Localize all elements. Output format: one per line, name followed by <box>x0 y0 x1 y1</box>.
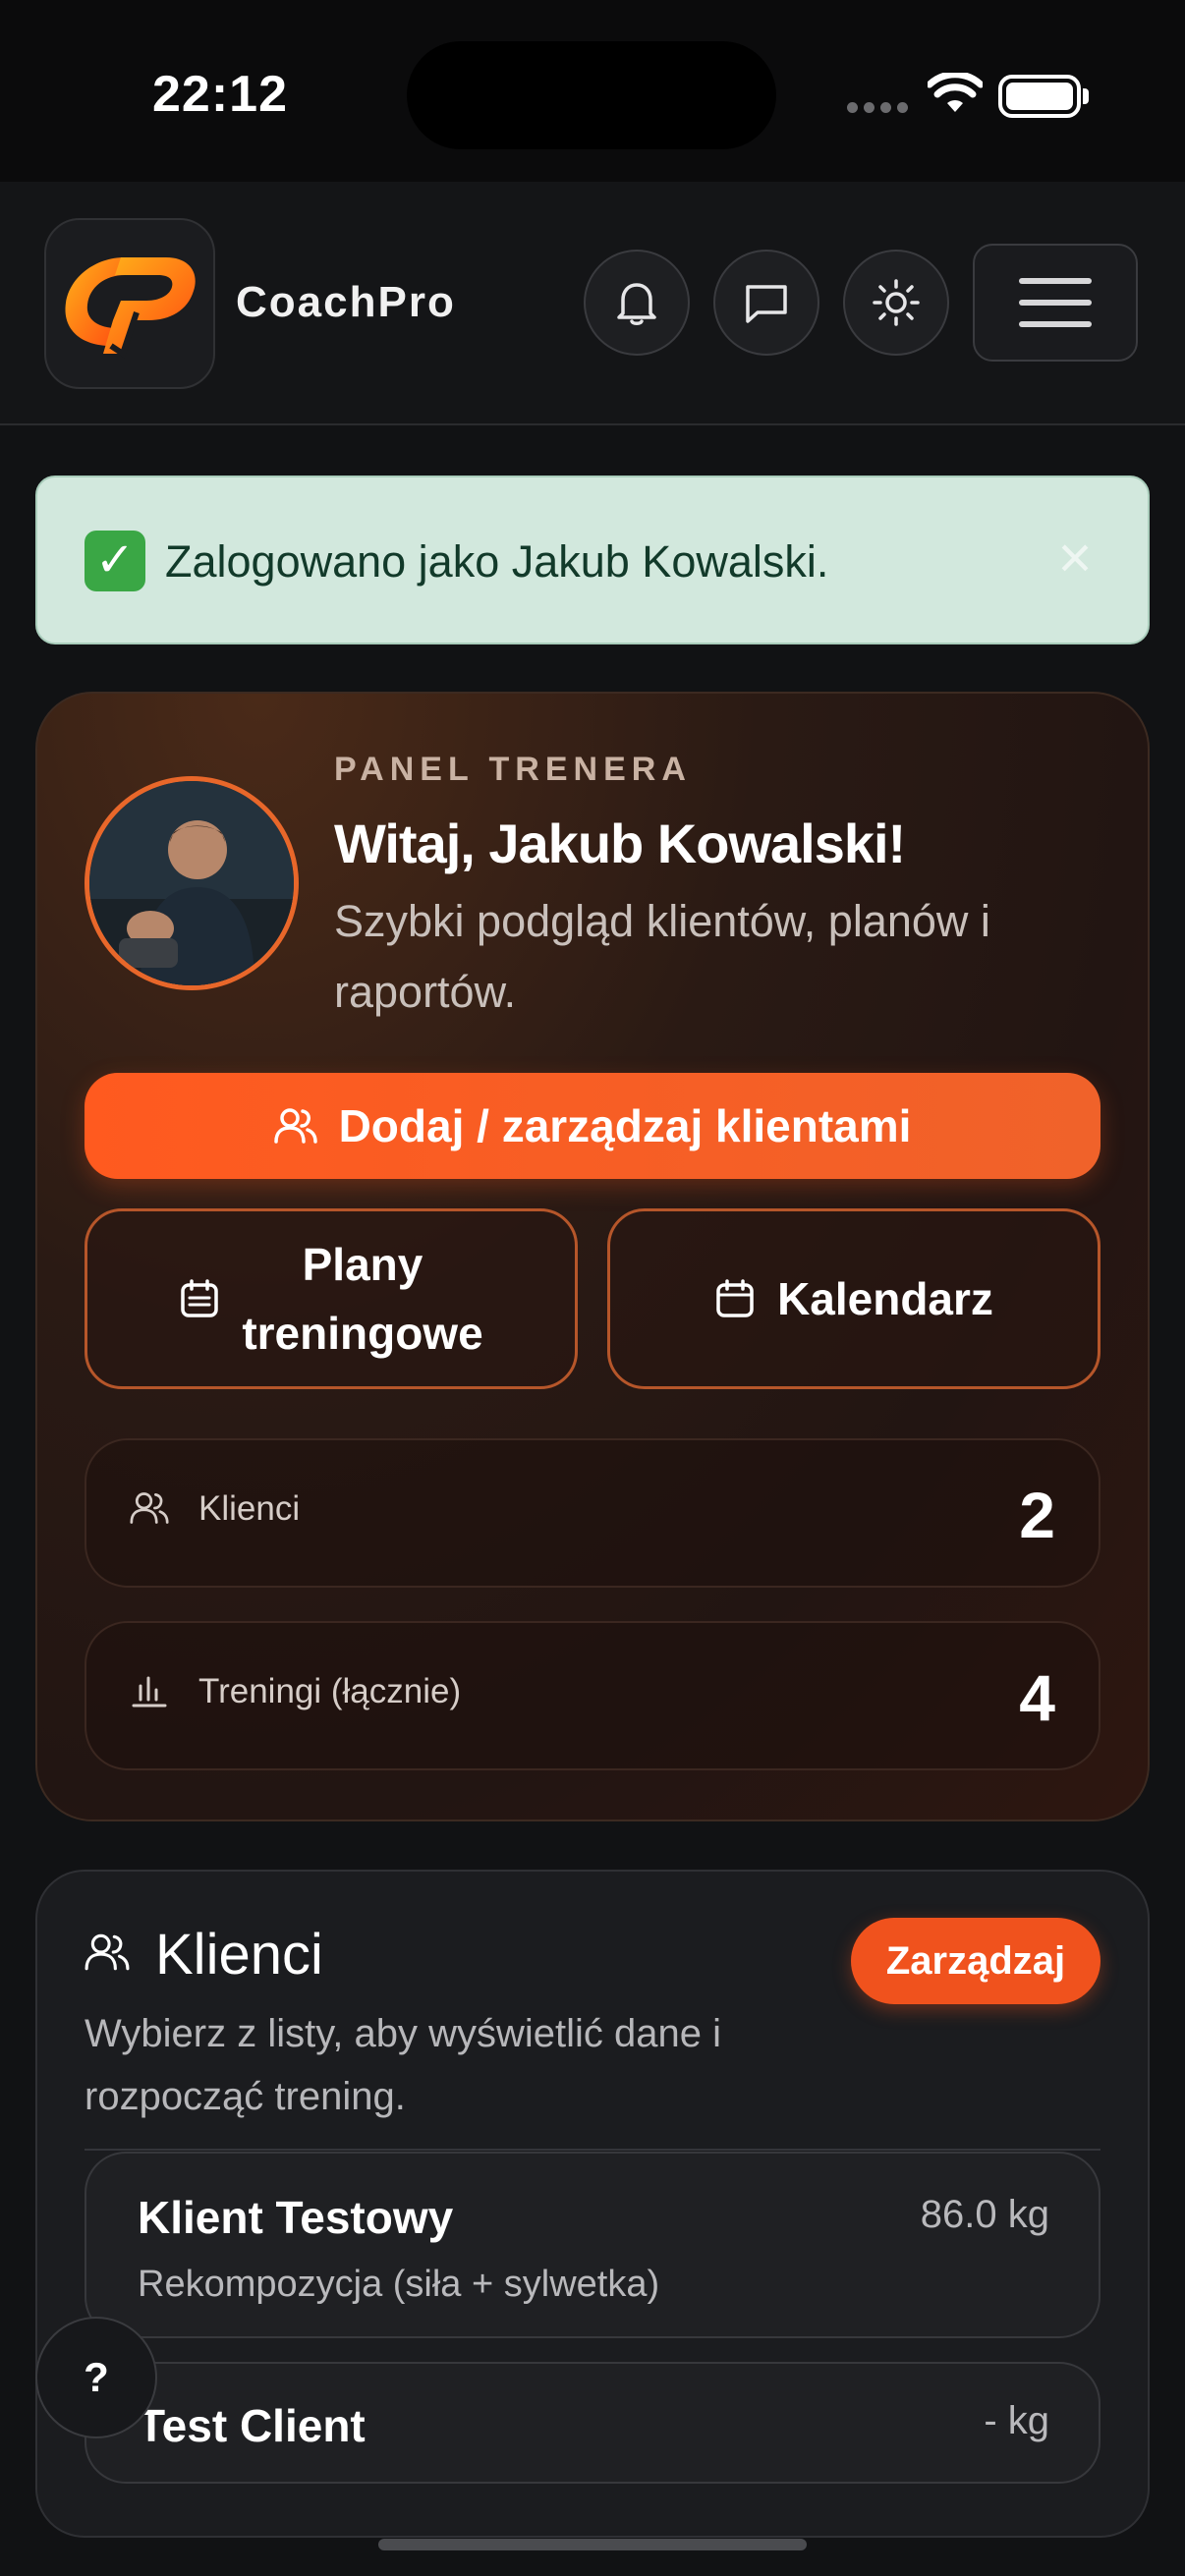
notifications-button[interactable] <box>584 250 690 356</box>
stat-value: 4 <box>1019 1661 1055 1734</box>
dynamic-island <box>407 41 776 149</box>
stat-label: Klienci <box>198 1489 301 1528</box>
trainer-photo <box>89 781 294 985</box>
coachpro-logo-icon <box>65 257 196 359</box>
alert-message: Zalogowano jako Jakub Kowalski. <box>165 536 829 587</box>
panel-eyebrow: PANEL TRENERA <box>334 751 692 788</box>
training-plans-button[interactable]: Plany treningowe <box>85 1208 578 1389</box>
training-plans-label: Plany treningowe <box>242 1230 482 1368</box>
stat-card-trainings: Treningi (łącznie) 4 <box>85 1621 1100 1770</box>
bell-icon <box>617 283 656 325</box>
training-plans-label-line1: Plany <box>302 1239 423 1290</box>
calendar-icon <box>716 1279 754 1317</box>
help-button[interactable]: ? <box>35 2317 157 2438</box>
battery-tip <box>1083 88 1089 104</box>
users-icon <box>273 1108 317 1144</box>
check-mark-icon: ✓ <box>85 531 145 591</box>
client-name: Test Client <box>138 2400 366 2451</box>
hamburger-menu-icon <box>1019 278 1092 284</box>
close-alert-button[interactable]: × <box>1047 529 1102 588</box>
home-indicator <box>378 2539 807 2550</box>
welcome-title: Witaj, Jakub Kowalski! <box>334 812 906 874</box>
calendar-button[interactable]: Kalendarz <box>607 1208 1100 1389</box>
wifi-icon <box>928 73 983 112</box>
client-weight: 86.0 kg <box>920 2193 1049 2236</box>
bar-chart-icon <box>132 1676 167 1708</box>
clients-title: Klienci <box>155 1923 323 1987</box>
manage-clients-label: Dodaj / zarządzaj klientami <box>338 1100 912 1151</box>
cellular-signal-icon <box>847 102 908 114</box>
client-weight: - kg <box>984 2399 1049 2442</box>
brand-name: CoachPro <box>236 278 456 326</box>
client-list-item[interactable]: Test Client - kg <box>85 2362 1100 2484</box>
theme-toggle-button[interactable] <box>843 250 949 356</box>
avatar[interactable] <box>85 776 299 990</box>
messages-button[interactable] <box>713 250 819 356</box>
calendar-label: Kalendarz <box>777 1273 993 1324</box>
hamburger-menu-button[interactable] <box>973 244 1138 362</box>
manage-clients-button[interactable]: Dodaj / zarządzaj klientami <box>85 1073 1100 1179</box>
welcome-subtitle: Szybki podgląd klientów, planów i raport… <box>334 896 990 1017</box>
calendar-list-icon <box>181 1279 219 1317</box>
users-icon <box>130 1492 169 1524</box>
client-goal: Rekompozycja (siła + sylwetka) <box>138 2264 660 2305</box>
clients-subtitle: Wybierz z listy, aby wyświetlić dane i r… <box>85 2012 721 2118</box>
users-icon <box>85 1933 130 1971</box>
chat-icon <box>746 285 787 323</box>
stat-value: 2 <box>1019 1479 1055 1551</box>
client-name: Klient Testowy <box>138 2192 454 2243</box>
battery-icon <box>998 75 1081 118</box>
logo[interactable] <box>44 218 215 389</box>
stat-card-clients: Klienci 2 <box>85 1438 1100 1588</box>
sun-icon <box>873 279 920 326</box>
client-list-item[interactable]: Klient Testowy Rekompozycja (siła + sylw… <box>85 2152 1100 2338</box>
status-time: 22:12 <box>152 66 288 123</box>
stat-label: Treningi (łącznie) <box>198 1672 462 1710</box>
manage-button[interactable]: Zarządzaj <box>851 1918 1100 2004</box>
training-plans-label-line2: treningowe <box>242 1308 483 1359</box>
divider <box>85 2149 1100 2151</box>
